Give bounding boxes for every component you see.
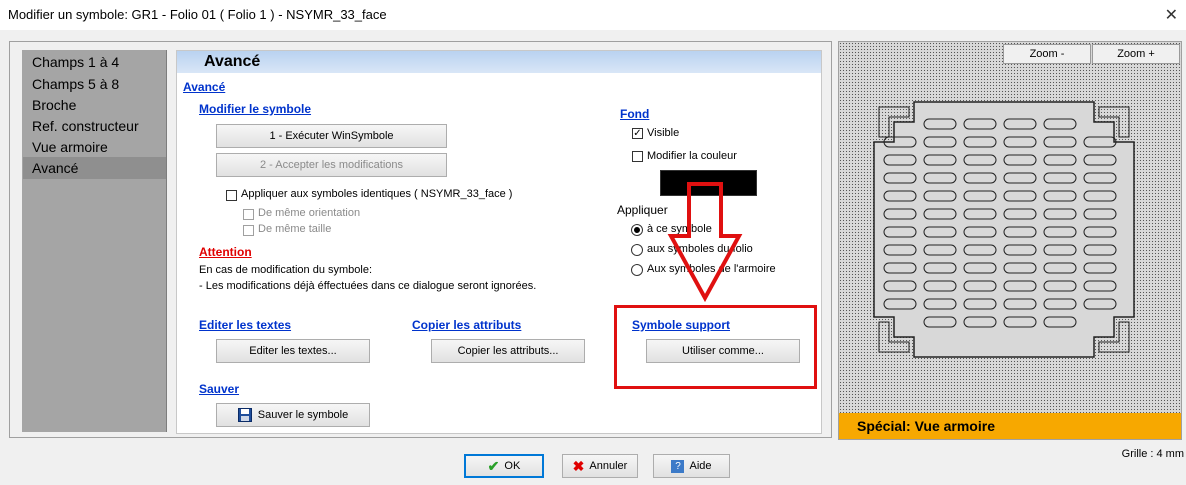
save-symbol-label: Sauver le symbole [257, 409, 349, 421]
same-size-label: De même taille [258, 223, 332, 235]
apply-identical-checkbox[interactable] [226, 190, 237, 201]
attention-line-1: En cas de modification du symbole: [199, 264, 373, 276]
copy-attributes-button[interactable]: Copier les attributs... [431, 339, 585, 363]
attention-heading: Attention [199, 245, 252, 259]
visible-checkbox[interactable]: ✓ [632, 128, 643, 139]
checkmark-icon: ✔ [487, 457, 500, 474]
ok-button[interactable]: ✔ OK [464, 454, 544, 478]
modify-symbol-link[interactable]: Modifier le symbole [199, 102, 311, 116]
special-banner: Spécial: Vue armoire [839, 413, 1181, 439]
sidebar: Champs 1 à 4 Champs 5 à 8 Broche Ref. co… [22, 50, 167, 432]
floppy-disk-icon [237, 408, 252, 422]
highlight-box [614, 305, 817, 389]
change-color-label: Modifier la couleur [647, 150, 737, 162]
execute-winsymbole-button[interactable]: 1 - Exécuter WinSymbole [216, 124, 447, 148]
same-orientation-label: De même orientation [258, 207, 361, 219]
visible-label: Visible [647, 127, 680, 139]
sidebar-item-vue-armoire[interactable]: Vue armoire [32, 139, 108, 155]
radio-this-symbol[interactable] [631, 224, 643, 236]
radio-cabinet-symbols[interactable] [631, 264, 643, 276]
zoom-in-button[interactable]: Zoom + [1092, 44, 1180, 64]
special-banner-label: Spécial: Vue armoire [857, 418, 995, 434]
panel-title: Avancé [204, 53, 261, 70]
help-icon: ? [671, 459, 685, 473]
cancel-button[interactable]: ✖ Annuler [562, 454, 638, 478]
sidebar-item-broche[interactable]: Broche [32, 97, 76, 113]
apply-identical-label: Appliquer aux symboles identiques ( NSYM… [241, 188, 513, 200]
change-color-checkbox[interactable] [632, 151, 643, 162]
section-link-avance[interactable]: Avancé [183, 80, 225, 94]
window-title: Modifier un symbole: GR1 - Folio 01 ( Fo… [8, 7, 387, 22]
panel-header: Avancé [177, 51, 821, 73]
same-size-checkbox[interactable] [243, 225, 254, 236]
help-button[interactable]: ? Aide [653, 454, 730, 478]
cross-icon: ✖ [572, 457, 585, 474]
sidebar-item-ref-constructeur[interactable]: Ref. constructeur [32, 118, 139, 134]
grid-size-label: Grille : 4 mm [1121, 448, 1184, 460]
same-orientation-checkbox[interactable] [243, 209, 254, 220]
help-label: Aide [689, 460, 712, 472]
cancel-label: Annuler [589, 460, 628, 472]
close-icon[interactable]: ✕ [1165, 5, 1178, 25]
title-bar: Modifier un symbole: GR1 - Folio 01 ( Fo… [0, 0, 1186, 30]
sidebar-item-avance[interactable]: Avancé [23, 157, 166, 179]
radio-folio-symbols[interactable] [631, 244, 643, 256]
edit-texts-link[interactable]: Editer les textes [199, 318, 291, 332]
accept-modifications-button[interactable]: 2 - Accepter les modifications [216, 153, 447, 177]
arrow-down-icon [667, 182, 743, 303]
apply-label: Appliquer [617, 203, 668, 217]
symbol-drawing [873, 101, 1135, 358]
save-symbol-button[interactable]: Sauver le symbole [216, 403, 370, 427]
fond-heading: Fond [620, 107, 650, 121]
copy-attributes-link[interactable]: Copier les attributs [412, 318, 521, 332]
sidebar-item-champs-5-8[interactable]: Champs 5 à 8 [32, 76, 119, 92]
sidebar-item-champs-1-4[interactable]: Champs 1 à 4 [32, 54, 119, 70]
ok-label: OK [504, 460, 521, 472]
edit-texts-button[interactable]: Editer les textes... [216, 339, 370, 363]
save-link[interactable]: Sauver [199, 382, 239, 396]
zoom-out-button[interactable]: Zoom - [1003, 44, 1091, 64]
attention-line-2: - Les modifications déjà éffectuées dans… [199, 280, 537, 292]
preview-pane: Zoom - Zoom + Spécial: Vue armoire [838, 41, 1182, 440]
